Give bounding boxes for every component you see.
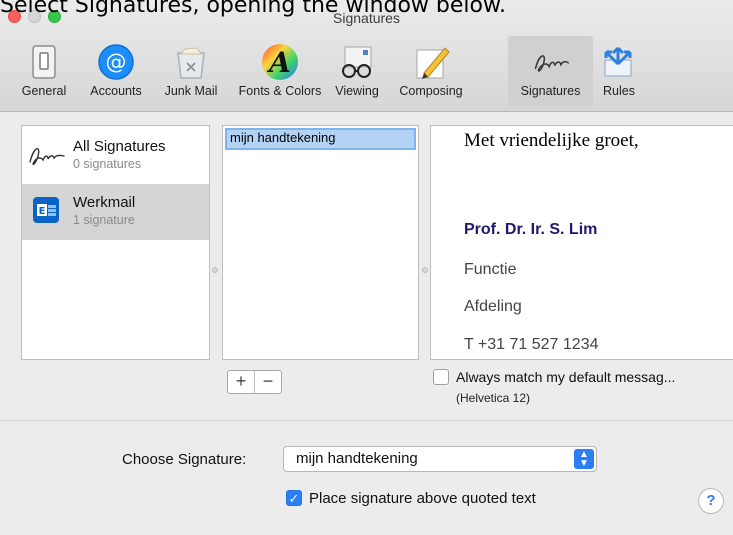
- signature-phone: T +31 71 527 1234: [464, 336, 599, 353]
- tab-accounts[interactable]: @ Accounts: [82, 36, 150, 106]
- tab-signatures[interactable]: Signatures: [508, 36, 593, 106]
- list-item-subtitle: 1 signature: [73, 213, 135, 227]
- svg-text:A: A: [266, 46, 291, 79]
- svg-text:E: E: [39, 206, 46, 217]
- signature-list[interactable]: mijn handtekening: [222, 125, 419, 360]
- place-above-label: Place signature above quoted text: [309, 490, 536, 507]
- choose-signature-label: Choose Signature:: [122, 451, 247, 468]
- arrows-icon: [599, 42, 639, 82]
- signature-greeting: Met vriendelijke groet,: [464, 130, 639, 151]
- help-button[interactable]: ?: [698, 488, 724, 514]
- tab-composing-label: Composing: [399, 84, 463, 98]
- signature-icon: [27, 140, 67, 170]
- list-item-all-signatures[interactable]: All Signatures 0 signatures: [22, 126, 209, 182]
- tab-viewing[interactable]: Viewing: [328, 36, 386, 106]
- tab-fonts-colors-label: Fonts & Colors: [238, 84, 322, 98]
- tab-signatures-label: Signatures: [520, 84, 581, 98]
- exchange-icon: E: [32, 196, 72, 226]
- tab-general-label: General: [21, 84, 67, 98]
- match-font-checkbox[interactable]: [433, 369, 449, 385]
- signature-name-row[interactable]: mijn handtekening: [225, 128, 416, 150]
- tab-general[interactable]: General: [14, 36, 74, 106]
- switch-icon: [24, 42, 64, 82]
- list-item-title: Werkmail: [73, 194, 136, 211]
- tab-junk-mail[interactable]: Junk Mail: [154, 36, 228, 106]
- match-font-label: Always match my default messag...: [456, 369, 676, 385]
- signature-name: Prof. Dr. Ir. S. Lim: [464, 221, 598, 238]
- add-remove-buttons: + −: [227, 370, 282, 394]
- svg-text:@: @: [106, 50, 127, 74]
- signature-preview[interactable]: Met vriendelijke groet, Prof. Dr. Ir. S.…: [430, 125, 733, 360]
- chevron-up-down-icon: ▲ ▼: [574, 449, 594, 469]
- section-divider: [0, 420, 733, 421]
- tab-rules-label: Rules: [603, 84, 635, 98]
- choose-signature-value: mijn handtekening: [296, 450, 418, 467]
- place-above-checkbox[interactable]: ✓: [286, 490, 302, 506]
- font-icon: A: [260, 42, 300, 82]
- add-signature-button[interactable]: +: [228, 371, 254, 393]
- list-item-title: All Signatures: [73, 138, 166, 155]
- signature-icon: [531, 42, 571, 82]
- tab-junk-mail-label: Junk Mail: [164, 84, 218, 98]
- tab-viewing-label: Viewing: [335, 84, 379, 98]
- accounts-list[interactable]: All Signatures 0 signatures E Werkmail 1…: [21, 125, 210, 360]
- signature-function: Functie: [464, 261, 517, 278]
- glasses-icon: [337, 42, 377, 82]
- splitter-handle[interactable]: [422, 267, 428, 273]
- instruction-caption: Select Signatures, opening the window be…: [0, 0, 506, 18]
- tab-fonts-colors[interactable]: A Fonts & Colors: [234, 36, 326, 106]
- pencil-icon: [411, 42, 451, 82]
- list-item-subtitle: 0 signatures: [73, 157, 142, 171]
- signatures-window: Signatures General @ Accounts Junk Mail …: [0, 0, 733, 535]
- at-icon: @: [96, 42, 136, 82]
- tab-composing[interactable]: Composing: [388, 36, 474, 106]
- tab-rules[interactable]: Rules: [594, 36, 644, 106]
- choose-signature-select[interactable]: mijn handtekening ▲ ▼: [283, 446, 597, 472]
- trash-icon: [171, 42, 211, 82]
- remove-signature-button[interactable]: −: [254, 371, 281, 393]
- splitter-handle[interactable]: [212, 267, 218, 273]
- match-font-sublabel: (Helvetica 12): [456, 391, 531, 405]
- tab-accounts-label: Accounts: [90, 84, 142, 98]
- signature-department: Afdeling: [464, 298, 522, 315]
- list-item-werkmail[interactable]: E Werkmail 1 signature: [22, 184, 209, 240]
